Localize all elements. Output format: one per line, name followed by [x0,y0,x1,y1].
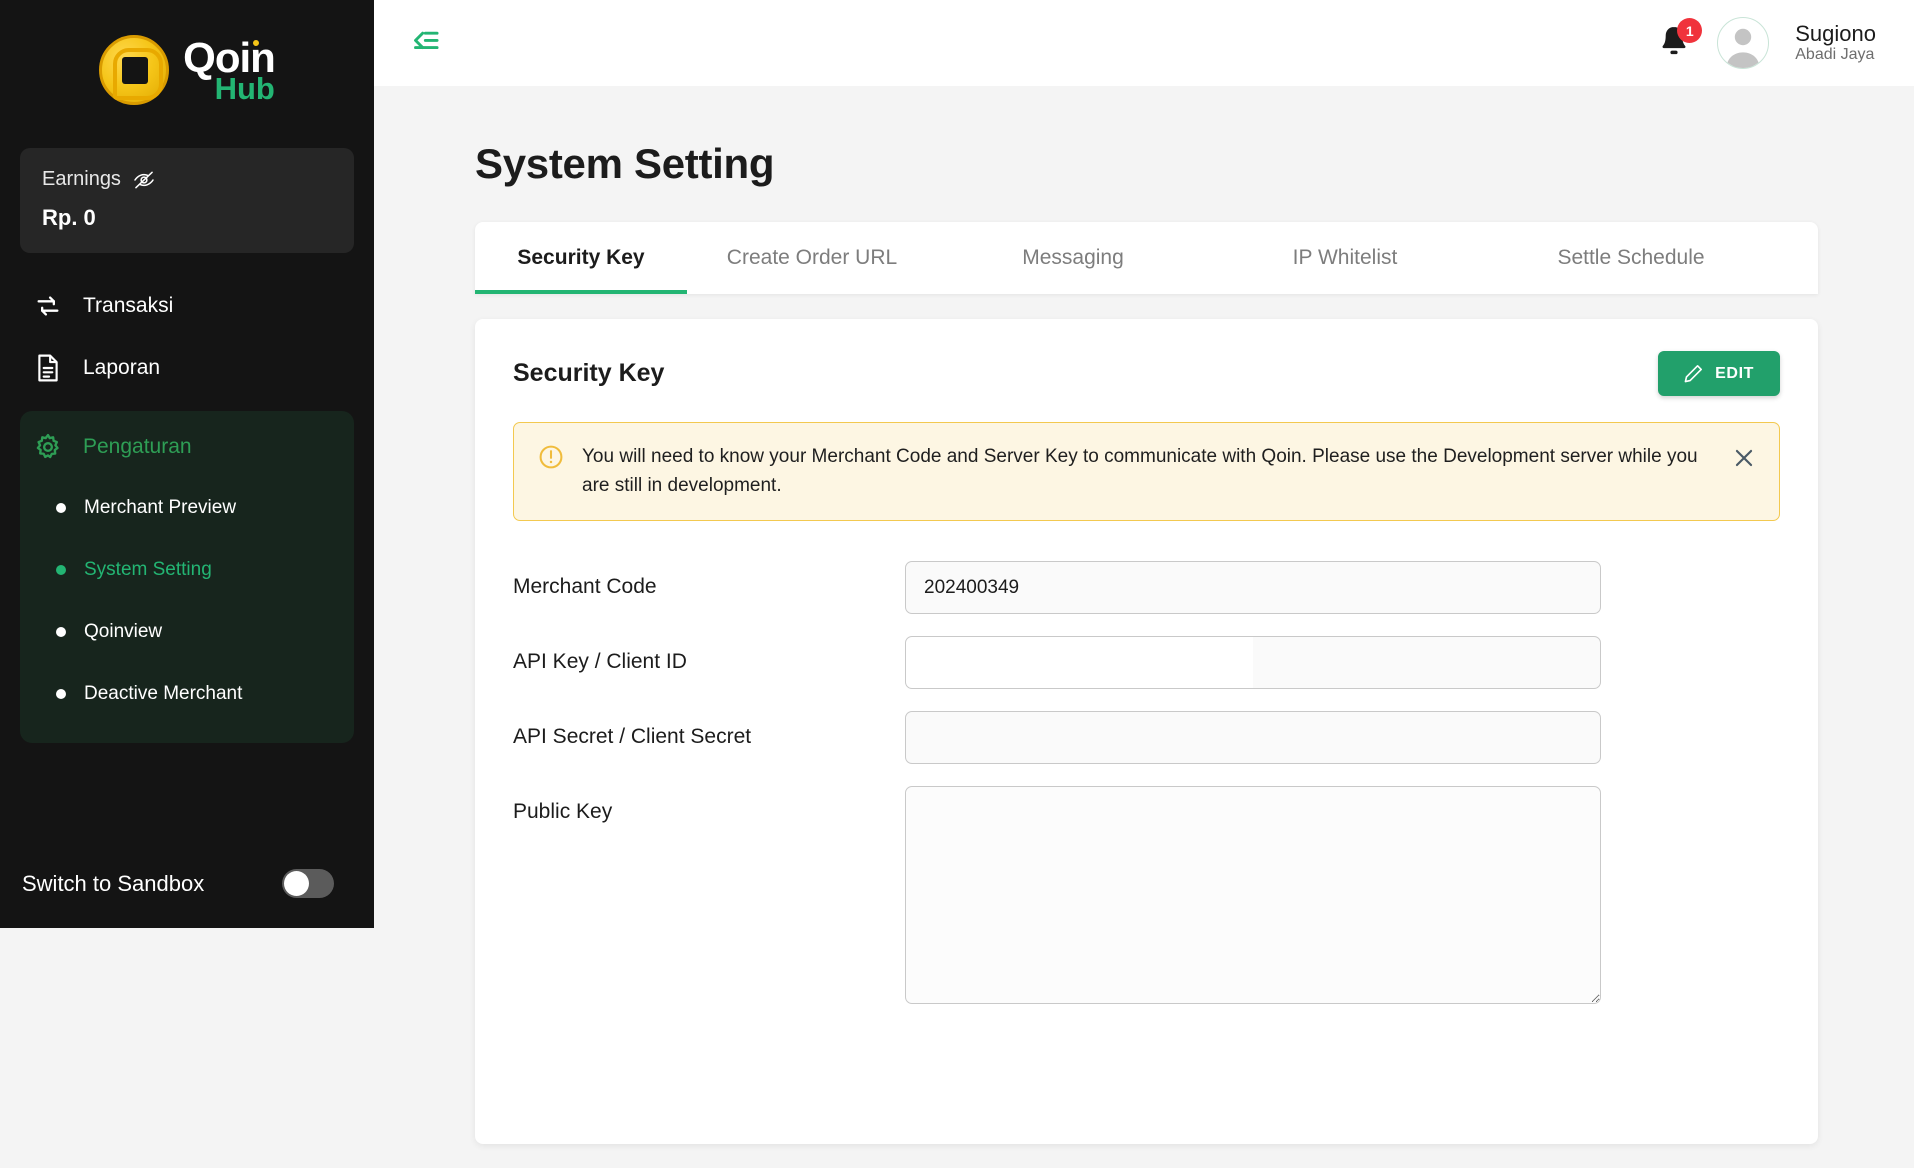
notifications-button[interactable]: 1 [1657,18,1703,62]
field-label: API Secret / Client Secret [513,725,752,748]
app-root: Qoin Hub Earnings Rp. 0 Transaksi Lapora… [0,0,1914,1168]
api-secret-input[interactable] [905,711,1601,764]
sandbox-label: Switch to Sandbox [22,870,205,896]
field-label: API Key / Client ID [513,650,687,673]
brand-logo[interactable]: Qoin Hub [0,0,374,140]
panel-header: Security Key EDIT [513,351,1780,422]
sidebar-group-label: Pengaturan [83,435,192,458]
gear-icon [33,432,63,462]
field-label: Public Key [513,800,613,823]
sidebar-subitem-deactive-merchant[interactable]: Deactive Merchant [20,663,354,725]
sandbox-switch-row: Switch to Sandbox [0,869,374,928]
pencil-icon [1684,364,1703,383]
edit-button[interactable]: EDIT [1658,351,1780,396]
tab-create-order-url[interactable]: Create Order URL [687,222,937,294]
edit-button-label: EDIT [1715,364,1754,382]
transfer-icon [33,291,63,321]
sidebar-subitem-label: Qoinview [84,621,163,642]
brand-wordmark: Qoin Hub [183,33,276,104]
bullet-icon [56,503,66,513]
sidebar-item-laporan[interactable]: Laporan [0,337,374,399]
panel-title: Security Key [513,359,665,387]
toggle-knob [284,871,309,896]
sandbox-toggle[interactable] [282,869,334,898]
notification-badge: 1 [1677,18,1703,43]
field-merchant-code: Merchant Code [513,561,1780,614]
qoin-coin-icon [99,35,170,105]
sidebar-subitem-system-setting[interactable]: System Setting [20,539,354,601]
collapse-sidebar-icon[interactable] [407,26,441,60]
tab-ip-whitelist[interactable]: IP Whitelist [1209,222,1481,294]
page-title: System Setting [475,140,775,187]
field-label: Merchant Code [513,575,657,598]
alert-message: You will need to know your Merchant Code… [582,446,1698,496]
public-key-textarea[interactable] [905,786,1601,1004]
sidebar-group-pengaturan: Pengaturan Merchant Preview System Setti… [20,411,354,743]
topbar-right: 1 Sugiono Abadi Jaya [1657,17,1876,69]
sidebar-nav: Transaksi Laporan Pengaturan Merchant Pr… [0,275,374,743]
api-key-input[interactable] [905,636,1601,689]
tab-label: Settle Schedule [1557,246,1705,269]
topbar: 1 Sugiono Abadi Jaya [374,0,1914,86]
security-key-panel: Security Key EDIT You will need to know … [475,319,1818,1144]
bullet-icon [56,627,66,637]
sidebar: Qoin Hub Earnings Rp. 0 Transaksi Lapora… [0,0,374,928]
sidebar-item-transaksi[interactable]: Transaksi [0,275,374,337]
tab-label: Security Key [517,246,645,269]
earnings-header: Earnings [42,168,332,191]
sidebar-subitem-label: Deactive Merchant [84,683,243,704]
merchant-code-input[interactable] [905,561,1601,614]
bullet-icon [56,565,66,575]
tab-bar: Security Key Create Order URL Messaging … [475,222,1818,294]
tab-label: Create Order URL [726,246,898,269]
sidebar-subitem-label: Merchant Preview [84,497,237,518]
user-avatar-icon [1726,28,1760,68]
user-organization: Abadi Jaya [1795,46,1875,64]
field-api-key: API Key / Client ID [513,636,1780,689]
bullet-icon [56,689,66,699]
sidebar-subitem-qoinview[interactable]: Qoinview [20,601,354,663]
sidebar-item-pengaturan[interactable]: Pengaturan [20,417,354,477]
main-content: System Setting Security Key Create Order… [374,86,1914,1168]
sidebar-subitem-label: System Setting [84,559,212,580]
earnings-label: Earnings [42,168,121,190]
sidebar-subitem-merchant-preview[interactable]: Merchant Preview [20,477,354,539]
user-info[interactable]: Sugiono Abadi Jaya [1795,21,1876,65]
earnings-value: Rp. 0 [42,205,96,230]
tab-label: Messaging [1022,246,1124,269]
earnings-card: Earnings Rp. 0 [20,148,354,253]
sidebar-item-label: Transaksi [83,294,174,317]
tab-security-key[interactable]: Security Key [475,222,687,294]
document-icon [33,353,63,383]
eye-off-icon[interactable] [133,171,155,189]
tab-messaging[interactable]: Messaging [937,222,1209,294]
brand-name-primary: Qoin [183,33,276,81]
avatar[interactable] [1717,17,1770,69]
close-icon[interactable] [1731,445,1757,471]
user-name: Sugiono [1795,21,1876,47]
field-public-key: Public Key [513,786,1780,1004]
warning-circle-icon [539,445,563,469]
info-alert: You will need to know your Merchant Code… [513,422,1780,521]
tab-label: IP Whitelist [1292,246,1398,269]
tab-settle-schedule[interactable]: Settle Schedule [1481,222,1781,294]
field-api-secret: API Secret / Client Secret [513,711,1780,764]
sidebar-item-label: Laporan [83,356,161,379]
